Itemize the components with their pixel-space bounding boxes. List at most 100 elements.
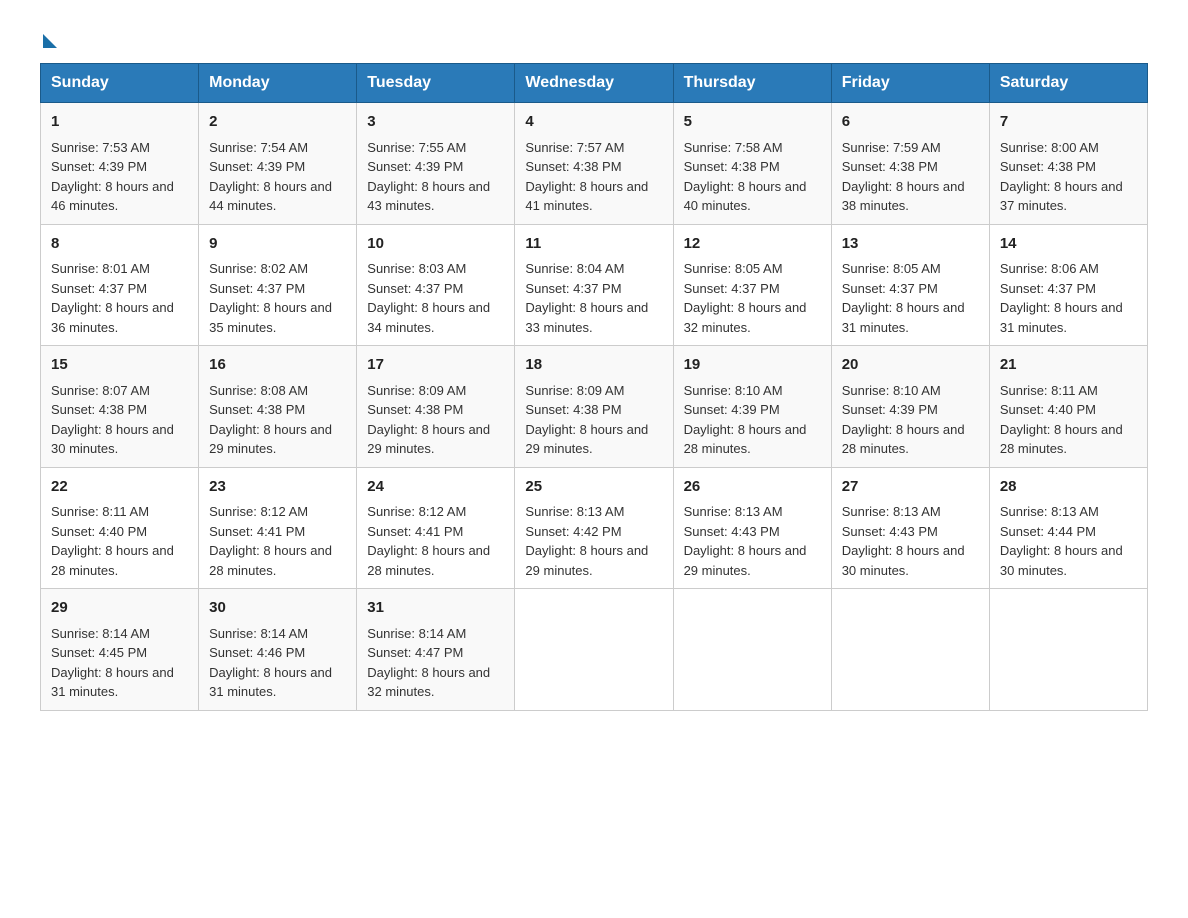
day-number: 8 (51, 233, 188, 256)
header-thursday: Thursday (673, 64, 831, 103)
day-number: 4 (525, 111, 662, 134)
week-row-4: 22 Sunrise: 8:11 AM Sunset: 4:40 PM Dayligh… (41, 467, 1148, 589)
week-row-2: 8 Sunrise: 8:01 AM Sunset: 4:37 PM Daylight… (41, 224, 1148, 346)
page-header (40, 30, 1148, 43)
sunset-text: Sunset: 4:38 PM (1000, 159, 1096, 174)
daylight-text: Daylight: 8 hours and 40 minutes. (684, 179, 807, 214)
sunset-text: Sunset: 4:45 PM (51, 645, 147, 660)
daylight-text: Daylight: 8 hours and 31 minutes. (51, 665, 174, 700)
daylight-text: Daylight: 8 hours and 44 minutes. (209, 179, 332, 214)
day-number: 26 (684, 476, 821, 499)
daylight-text: Daylight: 8 hours and 43 minutes. (367, 179, 490, 214)
sunrise-text: Sunrise: 8:01 AM (51, 261, 150, 276)
sunrise-text: Sunrise: 8:05 AM (684, 261, 783, 276)
daylight-text: Daylight: 8 hours and 32 minutes. (684, 300, 807, 335)
sunrise-text: Sunrise: 8:11 AM (51, 504, 149, 519)
calendar-cell (673, 589, 831, 711)
calendar-cell (831, 589, 989, 711)
day-number: 14 (1000, 233, 1137, 256)
daylight-text: Daylight: 8 hours and 35 minutes. (209, 300, 332, 335)
calendar-header-row: SundayMondayTuesdayWednesdayThursdayFrid… (41, 64, 1148, 103)
sunrise-text: Sunrise: 8:12 AM (367, 504, 466, 519)
header-monday: Monday (199, 64, 357, 103)
day-number: 6 (842, 111, 979, 134)
calendar-cell: 15Sunrise: 8:07 AMSunset: 4:38 PMDayligh… (41, 346, 199, 468)
header-friday: Friday (831, 64, 989, 103)
calendar-cell: 24Sunrise: 8:12 AMSunset: 4:41 PMDayligh… (357, 467, 515, 589)
sunrise-text: Sunrise: 8:04 AM (525, 261, 624, 276)
day-number: 10 (367, 233, 504, 256)
sunrise-text: Sunrise: 8:08 AM (209, 383, 308, 398)
sunset-text: Sunset: 4:37 PM (367, 281, 463, 296)
daylight-text: Daylight: 8 hours and 28 minutes. (51, 543, 174, 578)
sunset-text: Sunset: 4:40 PM (51, 524, 147, 539)
sunset-text: Sunset: 4:37 PM (51, 281, 147, 296)
calendar-cell: 3Sunrise: 7:55 AMSunset: 4:39 PMDaylight… (357, 103, 515, 225)
header-saturday: Saturday (989, 64, 1147, 103)
sunset-text: Sunset: 4:44 PM (1000, 524, 1096, 539)
day-number: 31 (367, 597, 504, 620)
daylight-text: Daylight: 8 hours and 29 minutes. (367, 422, 490, 457)
calendar-cell: 11Sunrise: 8:04 AMSunset: 4:37 PMDayligh… (515, 224, 673, 346)
sunset-text: Sunset: 4:38 PM (842, 159, 938, 174)
calendar-cell: 6Sunrise: 7:59 AMSunset: 4:38 PMDaylight… (831, 103, 989, 225)
day-number: 22 (51, 476, 188, 499)
calendar-cell: 17Sunrise: 8:09 AMSunset: 4:38 PMDayligh… (357, 346, 515, 468)
daylight-text: Daylight: 8 hours and 30 minutes. (842, 543, 965, 578)
sunrise-text: Sunrise: 8:13 AM (684, 504, 783, 519)
sunrise-text: Sunrise: 8:11 AM (1000, 383, 1098, 398)
day-number: 24 (367, 476, 504, 499)
sunset-text: Sunset: 4:43 PM (684, 524, 780, 539)
day-number: 18 (525, 354, 662, 377)
calendar-cell: 23Sunrise: 8:12 AMSunset: 4:41 PMDayligh… (199, 467, 357, 589)
calendar-cell: 7Sunrise: 8:00 AMSunset: 4:38 PMDaylight… (989, 103, 1147, 225)
daylight-text: Daylight: 8 hours and 31 minutes. (209, 665, 332, 700)
sunrise-text: Sunrise: 8:14 AM (209, 626, 308, 641)
sunset-text: Sunset: 4:46 PM (209, 645, 305, 660)
sunset-text: Sunset: 4:41 PM (209, 524, 305, 539)
daylight-text: Daylight: 8 hours and 31 minutes. (1000, 300, 1123, 335)
calendar-cell (989, 589, 1147, 711)
sunset-text: Sunset: 4:39 PM (209, 159, 305, 174)
calendar-cell: 30 Sunrise: 8:14 AM Sunset: 4:46 PM Dayligh… (199, 589, 357, 711)
header-wednesday: Wednesday (515, 64, 673, 103)
day-number: 30 (209, 597, 346, 620)
sunrise-text: Sunrise: 8:14 AM (367, 626, 466, 641)
sunrise-text: Sunrise: 8:13 AM (842, 504, 941, 519)
calendar-cell: 2Sunrise: 7:54 AMSunset: 4:39 PMDaylight… (199, 103, 357, 225)
sunset-text: Sunset: 4:37 PM (842, 281, 938, 296)
week-row-5: 29Sunrise: 8:14 AMSunset: 4:45 PMDayligh… (41, 589, 1148, 711)
daylight-text: Daylight: 8 hours and 41 minutes. (525, 179, 648, 214)
calendar-cell: 25Sunrise: 8:13 AMSunset: 4:42 PMDayligh… (515, 467, 673, 589)
sunset-text: Sunset: 4:39 PM (51, 159, 147, 174)
day-number: 19 (684, 354, 821, 377)
daylight-text: Daylight: 8 hours and 28 minutes. (842, 422, 965, 457)
calendar-cell: 9Sunrise: 8:02 AMSunset: 4:37 PMDaylight… (199, 224, 357, 346)
sunrise-text: Sunrise: 8:02 AM (209, 261, 308, 276)
sunrise-text: Sunrise: 8:06 AM (1000, 261, 1099, 276)
sunset-text: Sunset: 4:38 PM (367, 402, 463, 417)
sunrise-text: Sunrise: 7:55 AM (367, 140, 466, 155)
logo (40, 30, 57, 43)
day-number: 25 (525, 476, 662, 499)
daylight-text: Daylight: 8 hours and 28 minutes. (367, 543, 490, 578)
day-number: 2 (209, 111, 346, 134)
calendar-cell: 21Sunrise: 8:11 AMSunset: 4:40 PMDayligh… (989, 346, 1147, 468)
sunrise-text: Sunrise: 7:58 AM (684, 140, 783, 155)
calendar-table: SundayMondayTuesdayWednesdayThursdayFrid… (40, 63, 1148, 711)
daylight-text: Daylight: 8 hours and 38 minutes. (842, 179, 965, 214)
day-number: 3 (367, 111, 504, 134)
header-sunday: Sunday (41, 64, 199, 103)
calendar-cell: 27Sunrise: 8:13 AMSunset: 4:43 PMDayligh… (831, 467, 989, 589)
daylight-text: Daylight: 8 hours and 29 minutes. (525, 543, 648, 578)
calendar-cell: 16Sunrise: 8:08 AMSunset: 4:38 PMDayligh… (199, 346, 357, 468)
daylight-text: Daylight: 8 hours and 31 minutes. (842, 300, 965, 335)
sunrise-text: Sunrise: 8:13 AM (1000, 504, 1099, 519)
daylight-text: Daylight: 8 hours and 29 minutes. (209, 422, 332, 457)
calendar-cell: 4Sunrise: 7:57 AMSunset: 4:38 PMDaylight… (515, 103, 673, 225)
sunrise-text: Sunrise: 8:03 AM (367, 261, 466, 276)
sunrise-text: Sunrise: 8:10 AM (842, 383, 941, 398)
sunset-text: Sunset: 4:37 PM (525, 281, 621, 296)
day-number: 11 (525, 233, 662, 256)
day-number: 16 (209, 354, 346, 377)
